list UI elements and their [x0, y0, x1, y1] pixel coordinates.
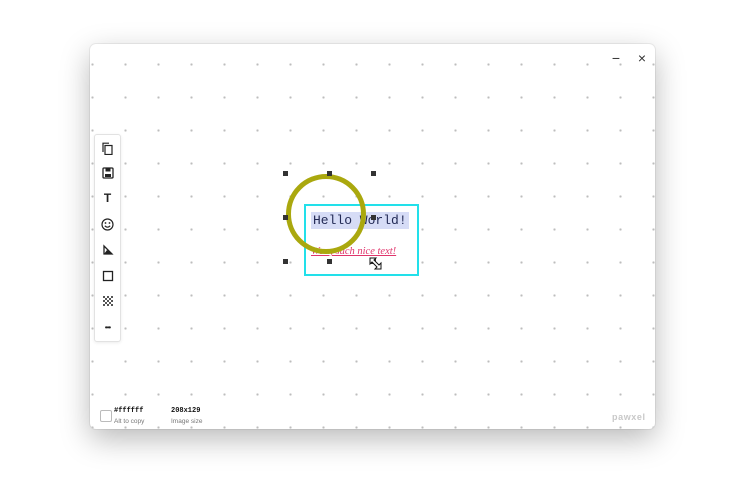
- resize-handle-bottom-left[interactable]: [283, 259, 288, 264]
- circle-annotation[interactable]: [286, 174, 366, 254]
- minimize-button[interactable]: −: [608, 50, 624, 66]
- line-tool-icon: [102, 244, 114, 255]
- more-icon: •••: [104, 322, 111, 332]
- close-button[interactable]: ×: [634, 50, 650, 66]
- pixelate-tool-icon: [102, 296, 113, 306]
- color-swatch[interactable]: [100, 410, 112, 422]
- resize-handle-top-left[interactable]: [283, 171, 288, 176]
- resize-handle-top[interactable]: [327, 171, 332, 176]
- brand-logo: pawxel: [612, 412, 646, 422]
- pixelate-tool-button[interactable]: [95, 291, 120, 311]
- resize-handle-left[interactable]: [283, 215, 288, 220]
- emoji-tool-button[interactable]: [95, 214, 120, 234]
- more-button[interactable]: •••: [95, 317, 120, 337]
- resize-handle-top-right[interactable]: [371, 171, 376, 176]
- image-size-label: Image size: [171, 418, 203, 425]
- resize-cursor-icon: [369, 257, 382, 270]
- copy-button[interactable]: [95, 138, 120, 158]
- text-tool-icon: T: [103, 191, 112, 205]
- image-size-value: 208x129: [171, 407, 201, 415]
- emoji-icon: [101, 217, 114, 231]
- color-copy-hint: Alt to copy: [114, 418, 145, 425]
- save-icon: [101, 167, 114, 179]
- text-tool-button[interactable]: T: [95, 188, 120, 208]
- resize-handle-bottom[interactable]: [327, 259, 332, 264]
- color-hex-value: #ffffff: [114, 407, 144, 415]
- rectangle-tool-icon: [102, 270, 113, 282]
- tool-sidebar: T •••: [94, 134, 121, 342]
- copy-icon: [102, 142, 113, 155]
- save-button[interactable]: [95, 163, 120, 183]
- app-window: − × T ••• Hello World! Wow, such nice te…: [90, 44, 655, 429]
- line-tool-button[interactable]: [95, 240, 120, 260]
- rectangle-tool-button[interactable]: [95, 266, 120, 286]
- resize-handle-right[interactable]: [371, 215, 376, 220]
